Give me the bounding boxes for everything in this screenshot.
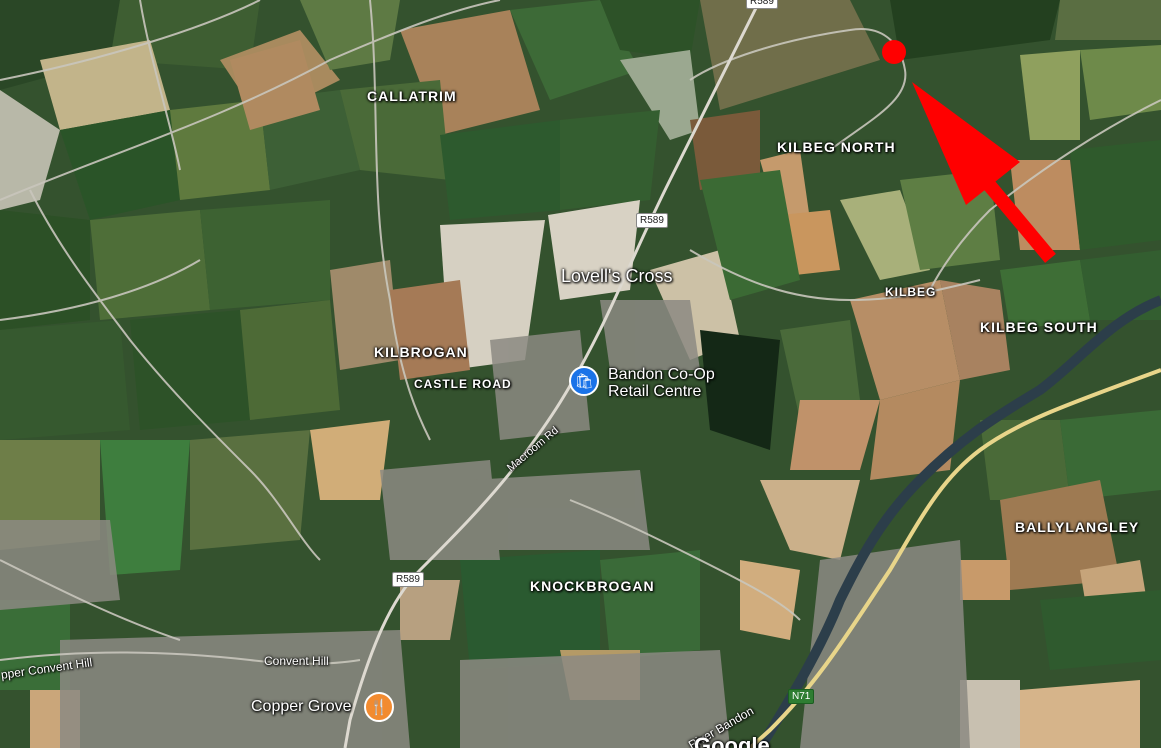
red-location-dot <box>882 40 906 64</box>
red-arrow-icon <box>882 40 1056 263</box>
satellite-map[interactable]: CALLATRIM KILBEG NORTH KILBEG KILBEG SOU… <box>0 0 1161 748</box>
